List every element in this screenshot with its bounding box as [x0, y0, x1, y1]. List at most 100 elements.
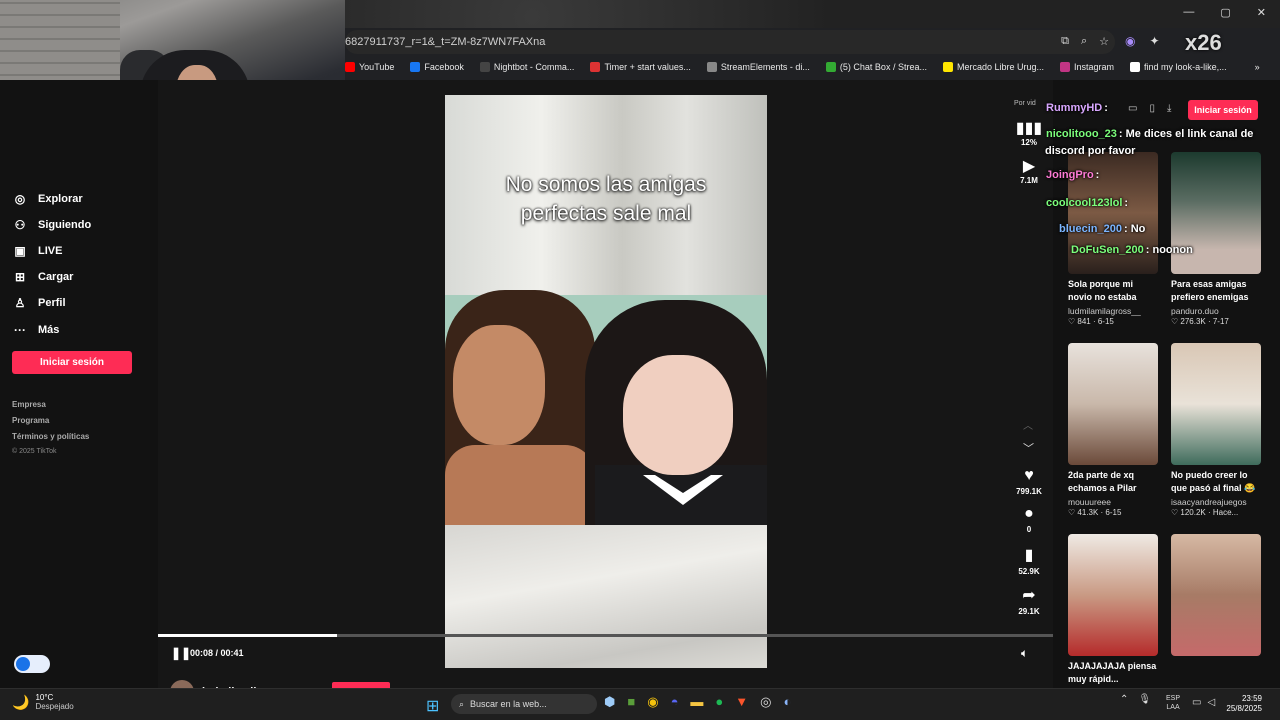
card-thumbnail[interactable]	[1068, 343, 1158, 465]
footer-link-programa[interactable]: Programa	[12, 416, 49, 425]
spotify-icon[interactable]: ●	[715, 694, 723, 710]
chevron-down-icon[interactable]: ﹀	[1023, 440, 1034, 456]
install-icon[interactable]: ⧉	[1061, 35, 1069, 48]
monitor-icon[interactable]: ▭	[1192, 697, 1201, 708]
chat-message: nicolitooo_23: Me dices el link canal de	[1046, 127, 1253, 141]
people-icon: ⚇	[14, 218, 26, 232]
right-login-button[interactable]: Iniciar sesión	[1188, 100, 1258, 120]
card-title[interactable]	[1171, 660, 1261, 686]
bookmark-favicon-icon	[1130, 62, 1141, 72]
pause-icon[interactable]: ❚❚	[171, 646, 191, 660]
card-title[interactable]: Para esas amigas prefiero enemigas	[1171, 278, 1261, 304]
bookmark-label: YouTube	[359, 62, 395, 72]
login-button[interactable]: Iniciar sesión	[12, 351, 132, 374]
obs-icon[interactable]: ◎	[760, 694, 771, 710]
cast-icon[interactable]: ▭	[1128, 103, 1137, 114]
share-button[interactable]: ➦ 29.1K	[1012, 585, 1046, 616]
close-icon[interactable]: ✕	[1257, 6, 1266, 19]
card-author[interactable]: mouuureee	[1068, 497, 1158, 507]
maximize-icon[interactable]: ▢	[1220, 6, 1230, 19]
bookmarks-bar: YouTube Facebook Nightbot - Comma... Timer …	[345, 58, 1280, 76]
sidebar-item-siguiendo[interactable]: ⚇ Siguiendo	[12, 218, 92, 232]
footer-link-terminos[interactable]: Términos y políticas	[12, 432, 89, 441]
bookmark-label: (5) Chat Box / Strea...	[839, 62, 927, 72]
windows-start-icon[interactable]: ⊞	[426, 696, 439, 716]
minecraft-icon[interactable]: ■	[627, 694, 635, 710]
card-title[interactable]: No puedo creer lo que pasó al final 😂 ..…	[1171, 469, 1261, 495]
recommended-card[interactable]: No puedo creer lo que pasó al final 😂 ..…	[1171, 343, 1261, 517]
card-title[interactable]: 2da parte de xq echamos a Pilar del...	[1068, 469, 1158, 495]
card-thumbnail[interactable]	[1171, 343, 1261, 465]
puzzle-icon[interactable]: ✦	[1149, 34, 1159, 48]
chevron-up-icon[interactable]: ︿	[1023, 417, 1033, 432]
mic-icon[interactable]: 🎙︎	[1138, 694, 1151, 705]
extension-icon[interactable]: ◉	[1125, 34, 1135, 48]
heart-icon: ♥	[1024, 467, 1034, 484]
recommended-card[interactable]: moniquesenagamer♡ 75.2K · Hace...	[1171, 534, 1261, 708]
sidebar-item-cargar[interactable]: ⊞ Cargar	[12, 270, 74, 284]
bookmark-item[interactable]: Mercado Libre Urug...	[942, 62, 1044, 72]
taskbar-search[interactable]: ⌕ Buscar en la web...	[451, 694, 597, 714]
bookmark-item[interactable]: Facebook	[410, 62, 464, 72]
chat-username: RummyHD	[1046, 102, 1103, 114]
save-button[interactable]: ▮ 52.9K	[1012, 545, 1046, 576]
bookmark-item[interactable]: (5) Chat Box / Strea...	[825, 62, 927, 72]
bookmark-item[interactable]: Instagram	[1060, 62, 1114, 72]
card-author[interactable]: panduro.duo	[1171, 306, 1261, 316]
folder-icon[interactable]: ▬	[690, 694, 703, 710]
chat-username: nicolitooo_23	[1046, 128, 1117, 140]
sidebar-item-live[interactable]: ▣ LIVE	[12, 244, 62, 258]
bookmark-item[interactable]: StreamElements - di...	[706, 62, 810, 72]
chat-text: : No	[1123, 223, 1146, 235]
chat-text: :	[1104, 102, 1108, 114]
star-icon[interactable]: ☆	[1099, 35, 1109, 48]
bookmark-item[interactable]: Nightbot - Comma...	[479, 62, 574, 72]
sidebar-item-ms[interactable]: ··· Más	[12, 323, 59, 337]
card-title[interactable]: Sola porque mi novio no estaba jajaja😅	[1068, 278, 1158, 304]
bookmark-favicon-icon	[942, 62, 953, 72]
download-icon[interactable]: ⤓	[1167, 103, 1171, 114]
bookmark-item[interactable]: YouTube	[345, 62, 394, 72]
video-person-left-face	[453, 325, 545, 445]
tray-chevron-icon[interactable]: ⌃	[1120, 694, 1128, 705]
bookmarks-overflow-icon[interactable]: »	[1255, 62, 1260, 72]
chrome-icon[interactable]: ◉	[647, 694, 658, 710]
app-icon[interactable]: ◐	[784, 694, 792, 710]
address-bar[interactable]: 6827911737_r=1&_t=ZM-8z7WN7FAXna ⧉ ⌕ ☆	[345, 30, 1115, 54]
chat-message: JoingPro:	[1046, 168, 1099, 182]
clock-date: 25/8/2025	[1226, 704, 1262, 713]
recommended-card[interactable]: Para esas amigas prefiero enemigas pandur…	[1171, 152, 1261, 326]
footer-link-empresa[interactable]: Empresa	[12, 400, 46, 409]
weather-widget[interactable]: 🌙 10°C Despejado	[12, 693, 74, 711]
bookmark-item[interactable]: Timer + start values...	[590, 62, 691, 72]
bookmark-label: Instagram	[1074, 62, 1115, 72]
sidebar-item-explorar[interactable]: ◎ Explorar	[12, 192, 83, 206]
recommended-card[interactable]: 2da parte de xq echamos a Pilar del... mo…	[1068, 343, 1158, 517]
language-indicator[interactable]: ESP LAA	[1166, 694, 1180, 712]
recommended-card[interactable]: JAJAJAJAJA piensa muy rápid...	[1068, 534, 1158, 689]
discord-icon[interactable]: ◓	[671, 694, 679, 710]
like-button[interactable]: ♥ 799.1K	[1012, 467, 1046, 496]
card-title[interactable]: JAJAJAJAJA piensa muy rápid...	[1068, 660, 1158, 686]
video-caption: No somos las amigas perfectas sale mal	[445, 170, 767, 228]
card-author[interactable]: isaacyandreajuegos	[1171, 497, 1261, 507]
progress-fill	[158, 634, 337, 637]
steam-icon[interactable]: ⬢	[604, 694, 615, 710]
minimize-icon[interactable]: —	[1183, 6, 1194, 19]
clock[interactable]: 23:59 25/8/2025	[1222, 694, 1262, 714]
comment-button[interactable]: ● 0	[1012, 505, 1046, 534]
url-text[interactable]: 6827911737_r=1&_t=ZM-8z7WN7FAXna	[345, 36, 545, 48]
card-thumbnail[interactable]	[1171, 534, 1261, 656]
card-author[interactable]: ludmilamilagross__	[1068, 306, 1158, 316]
theme-toggle[interactable]	[14, 655, 50, 673]
phone-icon[interactable]: ▯	[1149, 103, 1155, 114]
chat-text: discord por favor	[1045, 145, 1136, 157]
sidebar-item-perfil[interactable]: ♙ Perfil	[12, 296, 66, 310]
speaker-icon[interactable]: ◁	[1207, 697, 1215, 708]
sidebar-item-label: Más	[38, 324, 60, 336]
zoom-icon[interactable]: ⌕	[1081, 35, 1087, 48]
volume-icon[interactable]: 🔈︎	[1021, 646, 1028, 661]
brave-icon[interactable]: ▼	[735, 694, 748, 710]
card-thumbnail[interactable]	[1068, 534, 1158, 656]
chat-username: coolcool123lol	[1046, 197, 1123, 209]
